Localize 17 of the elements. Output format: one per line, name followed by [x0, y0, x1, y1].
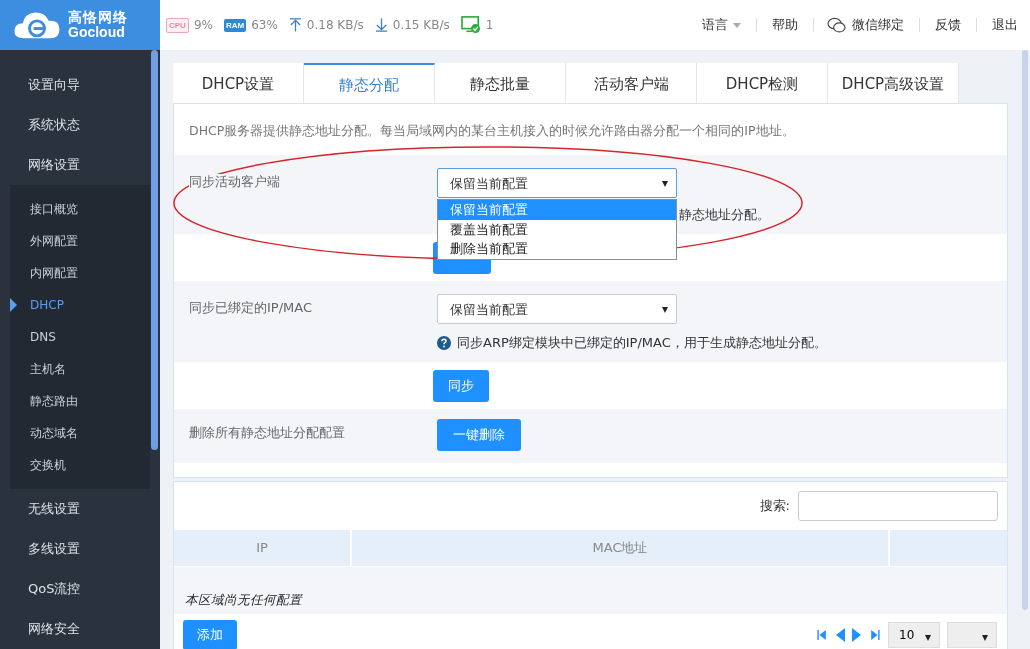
description-text: DHCP服务器提供静态地址分配。每当局域网内的某台主机接入的时候允许路由器分配一个相同的IP地址。: [188, 122, 796, 140]
hint-text: 静态地址分配。: [679, 206, 770, 224]
search-label: 搜索:: [759, 497, 790, 515]
field-label: 删除所有静态地址分配配置: [189, 425, 345, 440]
cpu-badge: CPU: [166, 17, 189, 33]
brand-latin-name: Gocloud: [68, 25, 126, 40]
device-count: 1: [485, 18, 494, 32]
hint-text: 同步ARP绑定模块中已绑定的IP/MAC，用于生成静态地址分配。: [457, 334, 827, 352]
download-speed: 0.15 KB/s: [392, 18, 450, 32]
field-label: 同步已绑定的IP/MAC: [189, 300, 312, 315]
ram-usage: 63%: [251, 18, 278, 32]
cpu-usage: 9%: [193, 18, 213, 32]
brand-name: 高恪网络: [68, 10, 128, 25]
ram-badge: RAM: [223, 18, 247, 32]
empty-message: 本区域尚无任何配置: [185, 592, 302, 609]
upload-speed: 0.18 KB/s: [306, 18, 364, 32]
field-label: 同步活动客户端: [189, 174, 280, 189]
